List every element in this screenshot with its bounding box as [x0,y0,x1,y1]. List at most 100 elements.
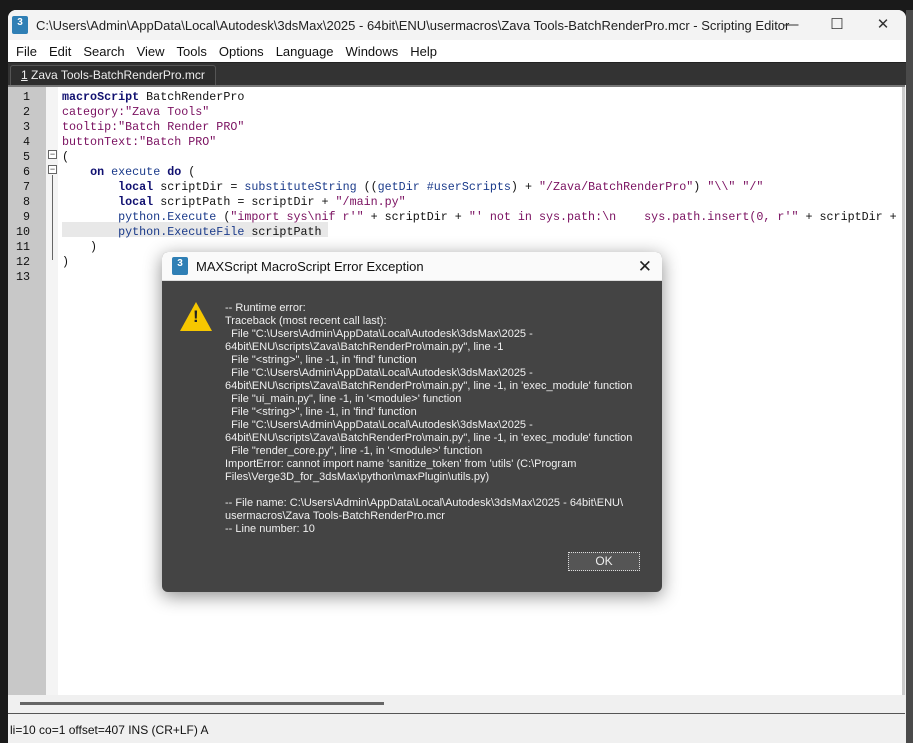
code-token: "import sys\nif r'" [230,210,364,224]
error-dialog: 3 MAXScript MacroScript Error Exception … [162,252,662,592]
code-token: scriptPath [244,225,322,239]
menu-tools[interactable]: Tools [171,44,213,59]
menu-edit[interactable]: Edit [43,44,77,59]
code-token: "/main.py" [335,195,406,209]
code-line: local scriptDir = substituteString ((get… [62,180,763,195]
code-token: ) [62,240,98,254]
code-line: on execute do ( [62,165,195,180]
menu-file[interactable]: File [10,44,43,59]
line-number: 2 [22,105,30,119]
menu-view[interactable]: View [131,44,171,59]
tab-label: Zava Tools-BatchRenderPro.mcr [27,68,205,82]
code-line: ) [62,240,97,255]
code-line: tooltip:"Batch Render PRO" [62,120,244,135]
line-number: 10 [15,225,30,239]
line-number: 6 [22,165,30,179]
3dsmax-app-icon: 3 [172,257,188,275]
code-line: ) [62,255,69,270]
window-title: C:\Users\Admin\AppData\Local\Autodesk\3d… [36,17,790,33]
scrollbar-thumb[interactable] [20,702,384,705]
fold-collapse-icon[interactable]: − [48,165,57,174]
code-token: "Batch PRO" [139,135,217,149]
close-button[interactable]: ✕ [860,10,906,40]
code-token: do [167,165,182,179]
menu-bar: File Edit Search View Tools Options Lang… [8,40,906,62]
code-token: execute [111,165,161,179]
code-token: "/" [742,180,764,194]
code-token: substituteString [244,180,357,194]
code-line: category:"Zava Tools" [62,105,209,120]
menu-language[interactable]: Language [270,44,340,59]
code-token: getDir [377,180,420,194]
line-number: 11 [15,240,30,254]
warning-icon: ! [180,302,212,331]
code-line: python.Execute ("import sys\nif r'" + sc… [62,210,897,225]
dialog-title-bar: 3 MAXScript MacroScript Error Exception … [162,252,662,281]
code-token: scriptDir = [153,180,245,194]
code-token: "\\" [707,180,736,194]
tab-index: 1 [21,68,28,82]
fold-collapse-icon[interactable]: − [48,150,57,159]
code-token: + scriptDir + [798,210,897,224]
fold-line [52,175,53,260]
code-token: #userScripts [426,180,511,194]
dialog-title: MAXScript MacroScript Error Exception [196,258,424,274]
line-number: 4 [22,135,30,149]
code-token: "Zava Tools" [125,105,210,119]
code-token: tooltip: [62,120,119,134]
line-number: 13 [15,270,30,284]
line-number: 12 [15,255,30,269]
code-line: macroScript BatchRenderPro [62,90,244,105]
code-token: ( [216,210,231,224]
desktop-background [906,10,913,743]
menu-help[interactable]: Help [404,44,443,59]
code-token: ( [62,150,70,164]
code-token: BatchRenderPro [139,90,245,104]
code-token: "Batch Render PRO" [118,120,245,134]
code-token: on [90,165,105,179]
code-token: (( [356,180,378,194]
ok-button[interactable]: OK [568,552,640,571]
line-number: 1 [22,90,30,104]
code-line: local scriptPath = scriptDir + "/main.py… [62,195,406,210]
code-line: ( [62,150,69,165]
code-token: buttonText: [62,135,140,149]
status-bar: li=10 co=1 offset=407 INS (CR+LF) A [8,713,905,743]
code-token: ) [62,255,70,269]
error-message: -- Runtime error: Traceback (most recent… [225,302,633,535]
title-bar: 3 C:\Users\Admin\AppData\Local\Autodesk\… [8,10,906,40]
code-token: python.Execute [118,210,217,224]
line-number: 9 [22,210,30,224]
horizontal-scrollbar[interactable] [8,695,905,713]
code-token: scriptPath = scriptDir + [153,195,336,209]
code-token: ) + [510,180,539,194]
tab-bar: 1 Zava Tools-BatchRenderPro.mcr [8,62,906,86]
code-token: python.ExecuteFile [118,225,245,239]
maximize-button[interactable]: ☐ [814,10,860,40]
minimize-button[interactable]: — [768,10,814,40]
code-token: ( [181,165,196,179]
menu-options[interactable]: Options [213,44,270,59]
code-line: python.ExecuteFile scriptPath [62,225,322,240]
menu-search[interactable]: Search [77,44,130,59]
dialog-close-button[interactable]: ✕ [638,257,652,277]
code-token: category: [62,105,126,119]
code-token: "/Zava/BatchRenderPro" [538,180,694,194]
code-token: "' not in sys.path:\n sys.path.insert(0,… [468,210,799,224]
code-token: local [118,180,154,194]
menu-windows[interactable]: Windows [340,44,405,59]
line-number: 3 [22,120,30,134]
tab-batchrenderpro[interactable]: 1 Zava Tools-BatchRenderPro.mcr [10,65,216,86]
line-number: 5 [22,150,30,164]
code-token: ) [693,180,708,194]
3dsmax-app-icon: 3 [12,16,28,34]
line-number: 8 [22,195,30,209]
vertical-scrollbar[interactable] [902,87,905,695]
code-token: macroScript [62,90,140,104]
